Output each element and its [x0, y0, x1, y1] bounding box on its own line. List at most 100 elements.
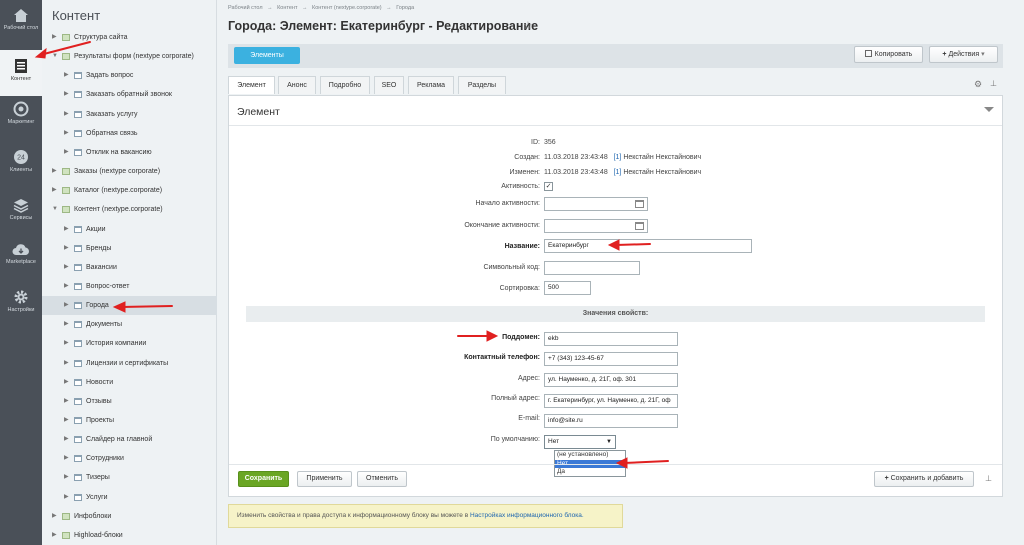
- cancel-button[interactable]: Отменить: [357, 471, 407, 487]
- tab-seo[interactable]: SEO: [374, 76, 404, 94]
- left-menu-marketplace[interactable]: Marketplace: [0, 240, 42, 286]
- tab-settings-gear-icon[interactable]: ⚙: [974, 79, 982, 90]
- tree-item-page[interactable]: ▶ Акции: [42, 220, 217, 239]
- tree-expand-icon[interactable]: ▶: [64, 85, 69, 104]
- email-input[interactable]: info@site.ru: [544, 414, 678, 428]
- tab-element[interactable]: Элемент: [228, 76, 275, 94]
- tab-ads[interactable]: Реклама: [408, 76, 454, 94]
- tree-expand-icon[interactable]: ▶: [64, 105, 69, 124]
- tree-item-page[interactable]: ▶ Документы: [42, 315, 217, 334]
- left-menu-content[interactable]: Контент: [0, 50, 42, 96]
- tree-item-page[interactable]: ▶ Отзывы: [42, 392, 217, 411]
- tree-expand-icon[interactable]: ▶: [64, 124, 69, 143]
- breadcrumb-content[interactable]: Контент: [277, 5, 297, 11]
- name-input[interactable]: Екатеринбург: [544, 239, 752, 253]
- collapse-chevron-icon[interactable]: [984, 107, 994, 112]
- tree-item-page[interactable]: ▶ Заказать обратный звонок: [42, 85, 217, 104]
- elements-button[interactable]: Элементы: [234, 47, 300, 64]
- tree-expand-icon[interactable]: ▶: [64, 449, 69, 468]
- tree-item-page[interactable]: ▶ Услуги: [42, 488, 217, 507]
- tree-expand-icon[interactable]: ▶: [64, 411, 69, 430]
- left-menu-settings[interactable]: Настройки: [0, 286, 42, 332]
- tree-expand-icon[interactable]: ▶: [64, 66, 69, 85]
- tree-item-folder[interactable]: ▼ Контент (nextype.corporate): [42, 200, 217, 219]
- tree-expand-icon[interactable]: ▶: [64, 258, 69, 277]
- full-address-input[interactable]: г. Екатеринбург, ул. Науменко, д. 21Г, о…: [544, 394, 678, 408]
- tree-expand-icon[interactable]: ▶: [52, 28, 57, 47]
- tree-item-page[interactable]: ▶ Отклик на вакансию: [42, 143, 217, 162]
- left-menu-clients[interactable]: 24 Клиенты: [0, 146, 42, 192]
- tree-expand-icon[interactable]: ▶: [52, 162, 57, 181]
- tree-item-page[interactable]: ▶ Тизеры: [42, 468, 217, 487]
- tree-expand-icon[interactable]: ▶: [64, 220, 69, 239]
- pin-icon[interactable]: ⊥: [990, 79, 997, 88]
- save-and-add-button[interactable]: + Сохранить и добавить: [874, 471, 974, 487]
- tree-item-page[interactable]: ▶ Города: [42, 296, 217, 316]
- tab-announce[interactable]: Анонс: [278, 76, 316, 94]
- tree-item-folder[interactable]: ▶ Highload-блоки: [42, 526, 217, 545]
- save-button[interactable]: Сохранить: [238, 471, 289, 487]
- created-user-link[interactable]: [1]: [614, 154, 622, 161]
- tree-item-page[interactable]: ▶ Вопрос-ответ: [42, 277, 217, 296]
- tree-item-page[interactable]: ▶ Слайдер на главной: [42, 430, 217, 449]
- tree-collapse-icon[interactable]: ▼: [52, 200, 58, 219]
- calendar-icon[interactable]: [635, 200, 644, 208]
- tree-item-page[interactable]: ▶ Обратная связь: [42, 124, 217, 143]
- tree-expand-icon[interactable]: ▶: [52, 507, 57, 526]
- tree-expand-icon[interactable]: ▶: [64, 277, 69, 296]
- default-select[interactable]: Нет ▼: [544, 435, 616, 449]
- phone-input[interactable]: +7 (343) 123-45-67: [544, 352, 678, 366]
- tab-detail[interactable]: Подробно: [320, 76, 370, 94]
- breadcrumb-cities[interactable]: Города: [396, 5, 414, 11]
- tree-expand-icon[interactable]: ▶: [64, 315, 69, 334]
- address-input[interactable]: ул. Науменко, д. 21Г, оф. 301: [544, 373, 678, 387]
- tree-expand-icon[interactable]: ▶: [64, 334, 69, 353]
- tree-expand-icon[interactable]: ▶: [64, 392, 69, 411]
- favorite-star-icon[interactable]: ☆: [523, 19, 533, 32]
- pin-icon[interactable]: ⊥: [985, 474, 992, 483]
- copy-button[interactable]: Копировать: [854, 46, 923, 63]
- apply-button[interactable]: Применить: [297, 471, 352, 487]
- tree-item-page[interactable]: ▶ Лицензии и сертификаты: [42, 354, 217, 373]
- tree-item-page[interactable]: ▶ Сотрудники: [42, 449, 217, 468]
- tree-expand-icon[interactable]: ▶: [64, 488, 69, 507]
- tree-expand-icon[interactable]: ▶: [64, 143, 69, 162]
- actions-button[interactable]: + Действия ▾: [929, 46, 998, 63]
- tree-expand-icon[interactable]: ▶: [52, 181, 57, 200]
- tree-item-page[interactable]: ▶ Вакансии: [42, 258, 217, 277]
- tree-item-page[interactable]: ▶ Новости: [42, 373, 217, 392]
- left-menu-desktop[interactable]: Рабочий стол: [0, 0, 42, 46]
- tree-item-folder[interactable]: ▶ Инфоблоки: [42, 507, 217, 526]
- tree-collapse-icon[interactable]: ▼: [52, 47, 58, 66]
- tree-expand-icon[interactable]: ▶: [64, 373, 69, 392]
- code-input[interactable]: [544, 261, 640, 275]
- tree-item-folder[interactable]: ▶ Заказы (nextype corporate): [42, 162, 217, 181]
- active-checkbox[interactable]: ✓: [544, 182, 553, 191]
- tree-item-folder[interactable]: ▶ Структура сайта: [42, 28, 217, 47]
- tree-expand-icon[interactable]: ▶: [52, 526, 57, 545]
- tree-expand-icon[interactable]: ▶: [64, 296, 69, 315]
- tree-item-page[interactable]: ▶ Заказать услугу: [42, 105, 217, 124]
- tree-expand-icon[interactable]: ▶: [64, 239, 69, 258]
- tree-expand-icon[interactable]: ▶: [64, 354, 69, 373]
- tree-item-page[interactable]: ▶ Бренды: [42, 239, 217, 258]
- changed-user-link[interactable]: [1]: [614, 169, 622, 176]
- sort-input[interactable]: 500: [544, 281, 591, 295]
- end-date-input[interactable]: [544, 219, 648, 233]
- tree-item-page[interactable]: ▶ Проекты: [42, 411, 217, 430]
- tree-item-folder[interactable]: ▼ Результаты форм (nextype corporate): [42, 47, 217, 66]
- left-menu-services[interactable]: Сервисы: [0, 194, 42, 240]
- tree-expand-icon[interactable]: ▶: [64, 468, 69, 487]
- subdomain-input[interactable]: ekb: [544, 332, 678, 346]
- tab-sections[interactable]: Разделы: [458, 76, 506, 94]
- start-date-input[interactable]: [544, 197, 648, 211]
- breadcrumb-desktop[interactable]: Рабочий стол: [228, 5, 263, 11]
- calendar-icon[interactable]: [635, 222, 644, 230]
- dropdown-option[interactable]: (не установлено): [555, 451, 625, 460]
- tree-item-page[interactable]: ▶ Задать вопрос: [42, 66, 217, 85]
- left-menu-marketing[interactable]: Маркетинг: [0, 98, 42, 144]
- tree-expand-icon[interactable]: ▶: [64, 430, 69, 449]
- iblock-settings-link[interactable]: Настройках информационного блока.: [470, 512, 584, 519]
- breadcrumb-nextype-content[interactable]: Контент (nextype.corporate): [312, 5, 382, 11]
- tree-item-page[interactable]: ▶ История компании: [42, 334, 217, 353]
